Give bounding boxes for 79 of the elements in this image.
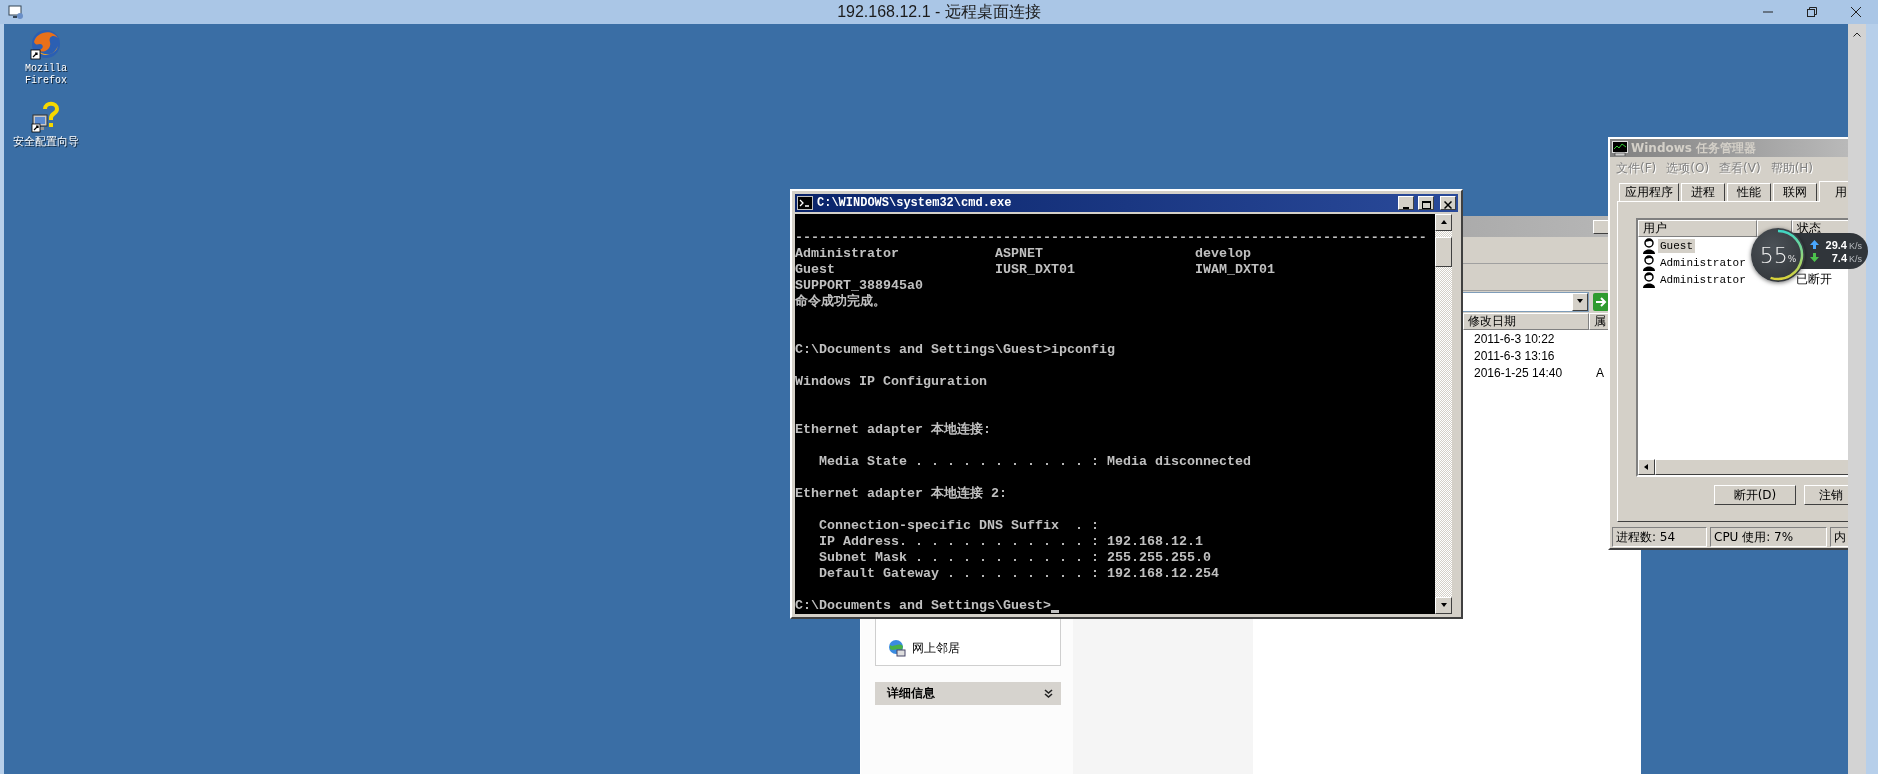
user-icon — [1642, 271, 1656, 288]
upload-speed: 29.4 — [1824, 238, 1847, 251]
download-speed: 7.4 — [1830, 251, 1847, 264]
scroll-left-button[interactable] — [1638, 459, 1655, 475]
table-cell: A — [1596, 365, 1604, 380]
table-cell: 2011-6-3 13:16 — [1474, 348, 1555, 363]
user-name[interactable]: Administrator — [1658, 272, 1748, 287]
scroll-thumb[interactable] — [1435, 237, 1452, 267]
tab[interactable]: 联网 — [1773, 183, 1817, 201]
speed-unit: K/s — [1849, 253, 1863, 264]
console-line: Subnet Mask . . . . . . . . . . . : 255.255.255.0 — [818, 550, 1211, 566]
tab[interactable]: 用 — [1819, 181, 1848, 202]
console-line: 命令成功完成。 — [795, 294, 886, 310]
speed-unit: K/s — [1849, 240, 1863, 251]
console-icon — [797, 196, 813, 210]
scrollbar[interactable] — [1435, 214, 1452, 614]
window-title: 192.168.12.1 - 远程桌面连接 — [837, 1, 1041, 22]
console-line: IP Address. . . . . . . . . . . . : 192.168.12.1 — [818, 534, 1203, 550]
dropdown-button[interactable] — [1572, 293, 1588, 311]
restore-icon — [1807, 7, 1817, 17]
percent-sign: % — [1787, 254, 1797, 264]
arrow-up-icon — [1439, 218, 1448, 227]
console-line: Connection-specific DNS Suffix . : — [818, 518, 1099, 534]
tab[interactable]: 性能 — [1727, 183, 1771, 201]
sidebar-link[interactable]: 网上邻居 — [888, 639, 1060, 657]
console-line: Media State . . . . . . . . . . . : Media disconnected — [818, 454, 1251, 470]
icon-label[interactable]: Mozilla Firefox — [10, 63, 82, 87]
chevron-up-icon — [1853, 32, 1861, 37]
scroll-down-button[interactable] — [1435, 597, 1452, 614]
scrollbar[interactable] — [1638, 459, 1848, 475]
close-icon — [1851, 7, 1861, 17]
chevron-down-icon — [1044, 688, 1053, 699]
console-line: SUPPORT_388945a0 — [795, 278, 923, 293]
column-header[interactable]: 属 — [1589, 313, 1609, 330]
question-mark-icon — [31, 101, 61, 133]
arrow-down-icon — [1810, 252, 1819, 262]
console-line: Windows IP Configuration — [795, 374, 987, 390]
column-header[interactable]: 修改日期 — [1463, 313, 1589, 330]
console-line: ------------------------------------------------------------------------------- — [795, 230, 1427, 246]
minimize-button[interactable] — [1593, 219, 1609, 234]
console-line: Ethernet adapter 本地连接 2: — [795, 486, 1007, 502]
window-title: C:\WINDOWS\system32\cmd.exe — [817, 196, 1013, 210]
section-title: 详细信息 — [887, 685, 935, 702]
action-button[interactable]: 注销 — [1804, 485, 1848, 505]
maximize-icon — [1421, 201, 1431, 209]
monitor-icon — [8, 4, 24, 20]
status-text: CPU 使用: 7% — [1710, 527, 1827, 547]
maximize-button[interactable] — [1418, 196, 1434, 210]
text-cursor — [1050, 610, 1059, 613]
table-cell: 2016-1-25 14:40 — [1474, 365, 1563, 380]
table-cell: 2011-6-3 10:22 — [1474, 331, 1555, 346]
details-header[interactable]: 详细信息 — [875, 682, 1061, 705]
scrollbar[interactable] — [1848, 24, 1866, 774]
console-line: Guest IUSR_DXT01 IWAM_DXT01 — [795, 262, 1275, 278]
scroll-up-button[interactable] — [1435, 214, 1452, 231]
address-field[interactable] — [1460, 292, 1589, 312]
console-line: C:\Documents and Settings\Guest> — [795, 598, 1051, 614]
user-icon — [1642, 237, 1656, 254]
arrow-left-icon — [1642, 463, 1651, 471]
user-name[interactable]: Administrator — [1658, 255, 1748, 270]
icon-label[interactable]: 安全配置向导 — [13, 136, 79, 148]
console-line: Administrator ASPNET develop — [795, 246, 1251, 262]
console-line: C:\Documents and Settings\Guest>ipconfig — [795, 342, 1115, 358]
user-name[interactable]: Guest — [1658, 238, 1695, 253]
arrow-up-icon — [1810, 239, 1819, 249]
monitor-icon — [1612, 140, 1628, 156]
status-text: 进程数: 54 — [1612, 527, 1707, 547]
user-icon — [1642, 254, 1656, 271]
console-line: Default Gateway . . . . . . . . . : 192.168.12.254 — [818, 566, 1219, 582]
action-button[interactable]: 断开(D) — [1714, 485, 1796, 505]
close-button[interactable] — [1440, 196, 1456, 210]
minimize-button[interactable] — [1398, 196, 1414, 210]
globe-icon — [30, 28, 62, 60]
console-line: Ethernet adapter 本地连接: — [795, 422, 991, 438]
close-icon — [1444, 201, 1452, 209]
tab[interactable]: 应用程序 — [1619, 183, 1679, 201]
network-icon — [888, 639, 906, 657]
column-header[interactable]: 用户 — [1638, 220, 1757, 237]
tab[interactable]: 进程 — [1681, 183, 1725, 201]
